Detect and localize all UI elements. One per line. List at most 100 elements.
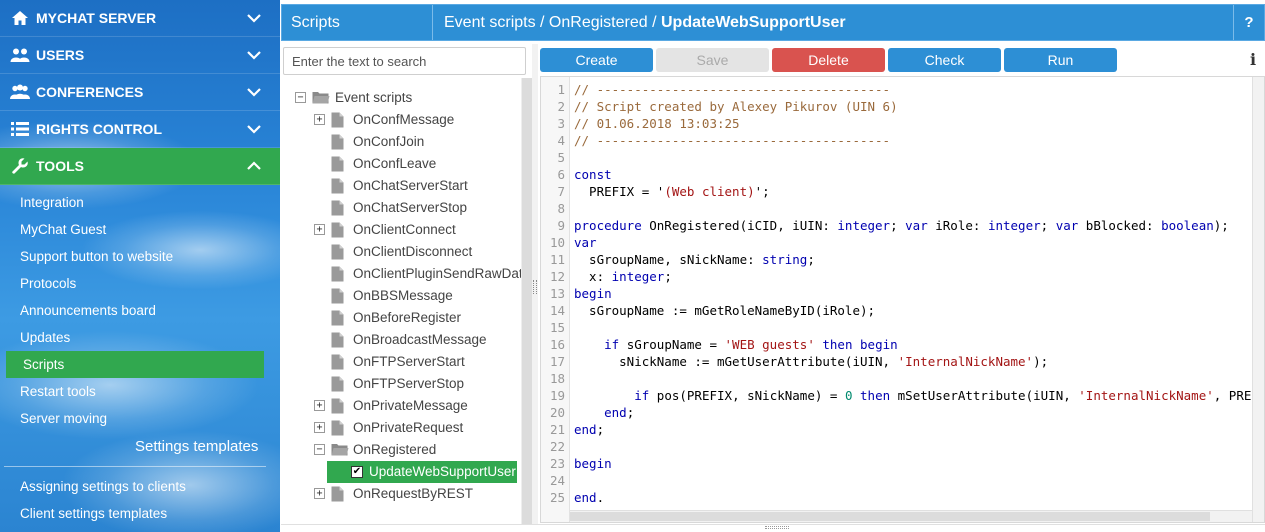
sidebar-item-scripts[interactable]: Scripts [6, 351, 264, 378]
tree-item[interactable]: OnFTPServerStop [281, 373, 521, 395]
code-line[interactable]: if pos(PREFIX, sNickName) = 0 then mSetU… [574, 387, 1252, 404]
code-line[interactable]: end; [574, 421, 1252, 438]
sidebar-item-restart-tools[interactable]: Restart tools [0, 378, 280, 405]
code-line[interactable]: // -------------------------------------… [574, 132, 1252, 149]
code-token: begin [860, 337, 898, 352]
expand-icon[interactable]: + [314, 400, 325, 411]
sidebar-item-updates[interactable]: Updates [0, 324, 280, 351]
code-line[interactable]: if sGroupName = 'WEB guests' then begin [574, 336, 1252, 353]
search-input[interactable] [283, 47, 526, 75]
chevron-down-icon[interactable] [246, 121, 262, 137]
create-button[interactable]: Create [540, 48, 653, 72]
line-number: 21 [549, 422, 565, 437]
info-icon[interactable]: i [1247, 50, 1259, 70]
code-line[interactable]: var [574, 234, 1252, 251]
code-area[interactable]: // -------------------------------------… [574, 77, 1252, 510]
sidebar-item-mychat-guest[interactable]: MyChat Guest [0, 216, 280, 243]
code-line[interactable]: PREFIX = '(Web client)'; [574, 183, 1252, 200]
tree-item[interactable]: OnBeforeRegister [281, 307, 521, 329]
code-line[interactable] [574, 200, 1252, 217]
expand-icon[interactable]: + [314, 224, 325, 235]
code-line[interactable]: const [574, 166, 1252, 183]
code-line[interactable]: x: integer; [574, 268, 1252, 285]
tree-item[interactable]: + OnRequestByREST [281, 483, 521, 505]
tree-item[interactable]: OnClientDisconnect [281, 241, 521, 263]
tree-item[interactable]: OnConfLeave [281, 153, 521, 175]
tree-item-label: OnPrivateMessage [353, 398, 468, 413]
sidebar-item-client-settings-templates[interactable]: Client settings templates [0, 500, 280, 527]
panel-splitter[interactable] [532, 44, 538, 524]
tree-item[interactable]: OnClientPluginSendRawDat [281, 263, 521, 285]
delete-button[interactable]: Delete [772, 48, 885, 72]
code-line[interactable] [574, 472, 1252, 489]
check-button[interactable]: Check [888, 48, 1001, 72]
sidebar-item-protocols[interactable]: Protocols [0, 270, 280, 297]
code-line[interactable]: // -------------------------------------… [574, 81, 1252, 98]
sidebar-item-support-button[interactable]: Support button to website [0, 243, 280, 270]
tree-item[interactable]: OnChatServerStart [281, 175, 521, 197]
code-editor[interactable]: 1 2 3 4 5 6 7 8 9 10 11 12 13 14 15 16 17 18 19 20 21 22 23 24 2… [540, 76, 1265, 523]
tree-item-label: OnClientConnect [353, 222, 456, 237]
code-line[interactable]: end; [574, 404, 1252, 421]
tree-item[interactable]: − OnRegistered [281, 439, 521, 461]
tree-item[interactable]: − Event scripts [281, 87, 521, 109]
code-token: end [574, 422, 597, 437]
collapse-icon[interactable]: − [314, 444, 325, 455]
sidebar-item-assigning-settings[interactable]: Assigning settings to clients [0, 473, 280, 500]
tree-item[interactable]: OnFTPServerStart [281, 351, 521, 373]
tree-item[interactable]: OnBBSMessage [281, 285, 521, 307]
code-line[interactable]: sGroupName, sNickName: string; [574, 251, 1252, 268]
tree-item[interactable]: + OnPrivateRequest [281, 417, 521, 439]
sidebar-item-server-moving[interactable]: Server moving [0, 405, 280, 432]
splitter-grip[interactable] [533, 280, 537, 294]
nav-conferences[interactable]: CONFERENCES [0, 74, 280, 111]
expand-icon[interactable]: + [314, 422, 325, 433]
splitter-grip[interactable] [765, 526, 789, 529]
code-line[interactable] [574, 149, 1252, 166]
code-line[interactable]: procedure OnRegistered(iCID, iUIN: integ… [574, 217, 1252, 234]
collapse-icon[interactable]: − [295, 92, 306, 103]
tree-item[interactable]: + OnConfMessage [281, 109, 521, 131]
code-token: ; [890, 218, 906, 233]
code-line[interactable]: sGroupName := mGetRoleNameByID(iRole); [574, 302, 1252, 319]
tree-item[interactable]: ✔ UpdateWebSupportUser [281, 461, 521, 483]
code-line[interactable]: // Script created by Alexey Pikurov (UIN… [574, 98, 1252, 115]
help-button[interactable]: ? [1233, 5, 1264, 40]
nav-users[interactable]: USERS [0, 37, 280, 74]
code-line[interactable] [574, 438, 1252, 455]
tree-item-label: OnConfMessage [353, 112, 455, 127]
chevron-down-icon[interactable] [246, 10, 262, 26]
nav-rights-control[interactable]: RIGHTS CONTROL [0, 111, 280, 148]
bottom-splitter[interactable] [281, 524, 1265, 532]
tree-item[interactable]: OnConfJoin [281, 131, 521, 153]
tree-item[interactable]: + OnPrivateMessage [281, 395, 521, 417]
code-line[interactable] [574, 370, 1252, 387]
sidebar-item-announcements-board[interactable]: Announcements board [0, 297, 280, 324]
editor-horizontal-scrollbar[interactable] [570, 510, 1252, 522]
code-line[interactable]: begin [574, 285, 1252, 302]
code-line[interactable]: end. [574, 489, 1252, 506]
tree-item[interactable]: OnBroadcastMessage [281, 329, 521, 351]
save-button[interactable]: Save [656, 48, 769, 72]
scrollbar-thumb[interactable] [570, 512, 1210, 521]
nav-tools[interactable]: TOOLS [0, 148, 280, 185]
expand-icon[interactable]: + [314, 114, 325, 125]
code-line[interactable]: begin [574, 455, 1252, 472]
tree-item[interactable]: + OnClientConnect [281, 219, 521, 241]
code-line[interactable] [574, 319, 1252, 336]
line-number: 24 [549, 473, 565, 488]
tree-item[interactable]: OnChatServerStop [281, 197, 521, 219]
expand-icon[interactable]: + [314, 488, 325, 499]
chevron-up-icon[interactable] [246, 158, 262, 174]
editor-vertical-scrollbar[interactable] [1252, 77, 1264, 522]
run-button[interactable]: Run [1004, 48, 1117, 72]
chevron-down-icon[interactable] [246, 47, 262, 63]
sidebar-item-integration[interactable]: Integration [0, 189, 280, 216]
code-line[interactable]: sNickName := mGetUserAttribute(iUIN, 'In… [574, 353, 1252, 370]
scrollbar-thumb[interactable] [522, 78, 532, 524]
code-token: 'WEB guests' [724, 337, 815, 352]
nav-mychat-server[interactable]: MYCHAT SERVER [0, 0, 280, 37]
code-line[interactable]: // 01.06.2018 13:03:25 [574, 115, 1252, 132]
checkbox-icon[interactable]: ✔ [351, 466, 363, 478]
chevron-down-icon[interactable] [246, 84, 262, 100]
